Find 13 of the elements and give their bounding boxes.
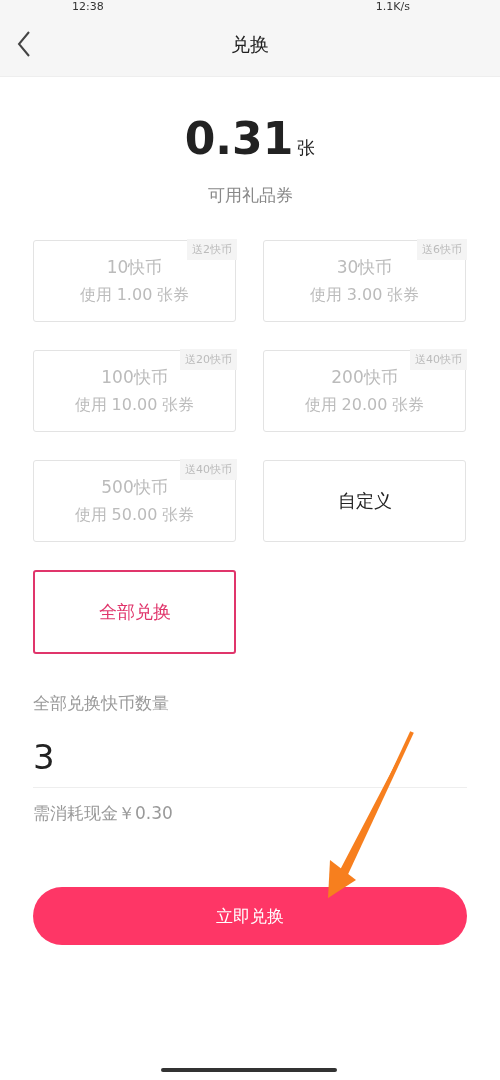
network-speed: 1.1K/s — [375, 0, 410, 14]
status-time: 12:38 — [72, 0, 104, 14]
cost-note: 需消耗现金￥0.30 — [33, 802, 174, 825]
exchange-now-button[interactable]: 立即兑换 — [33, 887, 467, 945]
balance-label: 可用礼品券 — [206, 184, 294, 207]
field-label: 全部兑换快币数量 — [33, 692, 170, 715]
custom-amount-option[interactable]: 自定义 — [263, 460, 466, 542]
page-title: 兑换 — [231, 32, 269, 57]
balance-unit: 张 — [297, 136, 316, 160]
coin-amount-field[interactable]: 3 — [33, 737, 467, 777]
exchange-all-option[interactable]: 全部兑换 — [33, 570, 236, 654]
balance-amount: 0.31 — [184, 113, 294, 164]
back-icon[interactable] — [17, 31, 31, 57]
